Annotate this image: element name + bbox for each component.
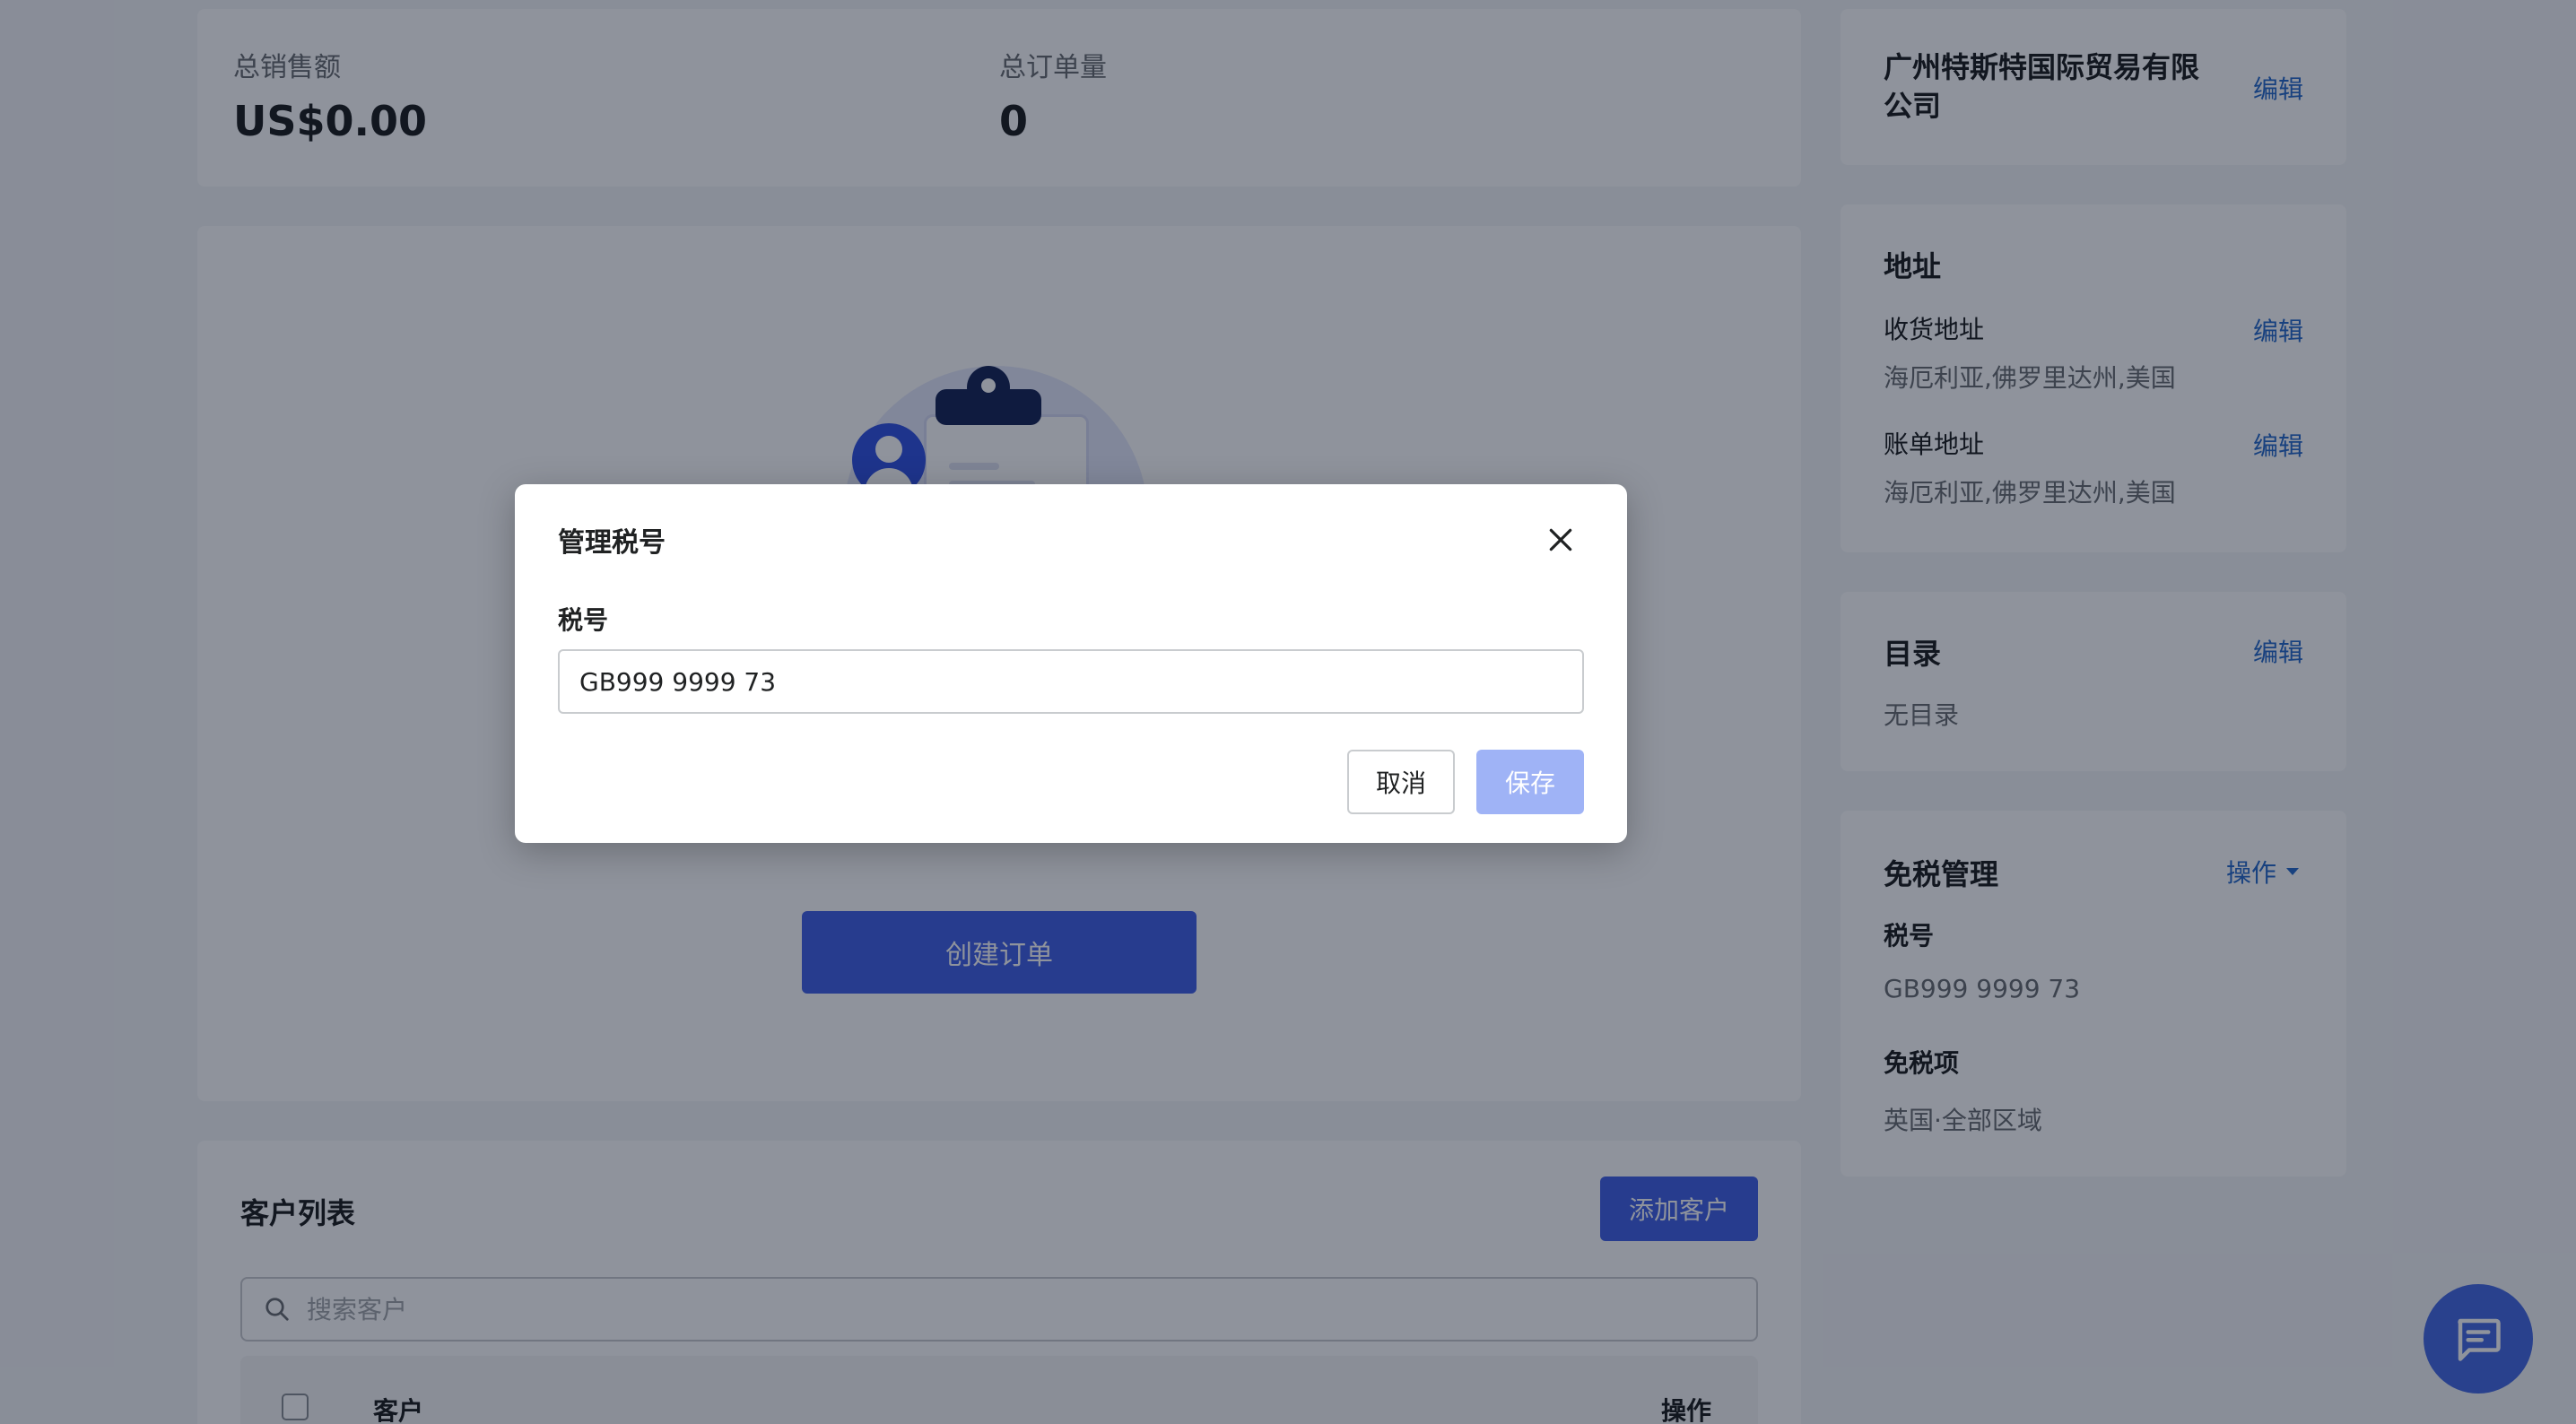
close-icon: [1549, 528, 1572, 551]
tax-id-field-label: 税号: [558, 605, 609, 635]
cancel-button[interactable]: 取消: [1347, 750, 1455, 814]
modal-title: 管理税号: [558, 527, 666, 559]
close-button[interactable]: [1539, 518, 1582, 561]
manage-tax-id-modal: 管理税号 税号 取消 保存: [515, 484, 1627, 843]
save-button[interactable]: 保存: [1476, 750, 1584, 814]
tax-id-input[interactable]: [558, 649, 1584, 714]
